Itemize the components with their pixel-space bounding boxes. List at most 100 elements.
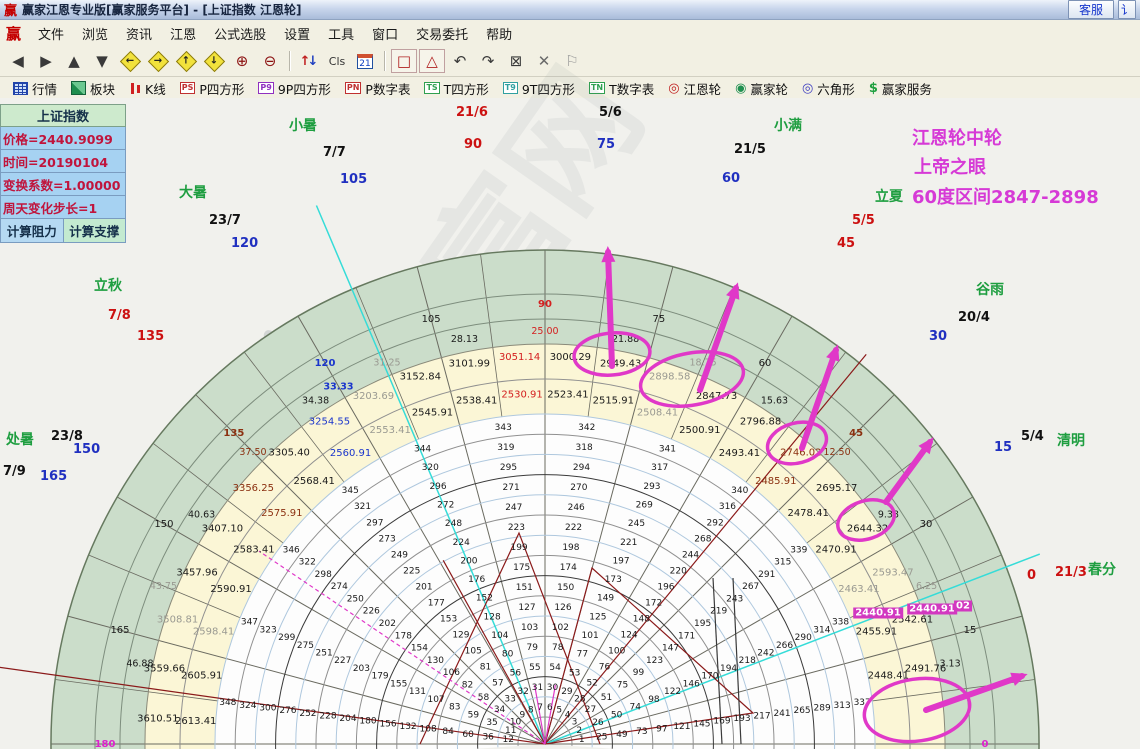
circle-icon: ◎ <box>668 80 680 96</box>
triangle-tool-icon[interactable]: △ <box>419 49 445 73</box>
calendar-icon[interactable]: 21 <box>352 49 378 73</box>
svg-text:341: 341 <box>659 444 676 454</box>
support-button[interactable]: 客服 <box>1067 0 1114 19</box>
ribbon-板块[interactable]: 板块 <box>64 79 122 98</box>
svg-text:172: 172 <box>645 598 662 608</box>
back-icon[interactable]: ◀ <box>5 49 31 73</box>
ribbon-T四方形[interactable]: TS T四方形 <box>417 79 495 98</box>
svg-text:28.13: 28.13 <box>451 334 478 345</box>
flag-down-icon[interactable]: ▼ <box>89 49 115 73</box>
svg-text:101: 101 <box>582 631 599 641</box>
svg-text:317: 317 <box>651 463 668 473</box>
svg-text:6: 6 <box>547 703 553 713</box>
rotate-ccw-icon[interactable]: ↶ <box>447 49 473 73</box>
forward-icon[interactable]: ▶ <box>33 49 59 73</box>
svg-text:150: 150 <box>557 583 574 593</box>
svg-text:83: 83 <box>449 703 460 713</box>
info-row: 周天变化步长=1 <box>0 196 126 219</box>
solar-term-label: 谷雨 <box>976 282 1004 298</box>
ribbon-六角形[interactable]: ◎ 六角形 <box>795 79 862 98</box>
menu-设置[interactable]: 设置 <box>275 21 319 46</box>
menu-帮助[interactable]: 帮助 <box>477 21 521 46</box>
ribbon-江恩轮[interactable]: ◎ 江恩轮 <box>661 79 728 98</box>
ribbon-行情[interactable]: 行情 <box>6 79 64 98</box>
square-tool-icon[interactable]: □ <box>391 49 417 73</box>
ribbon-P四方形[interactable]: PS P四方形 <box>173 79 252 98</box>
svg-text:6.25: 6.25 <box>916 581 937 592</box>
svg-text:33: 33 <box>504 695 515 705</box>
svg-text:27: 27 <box>585 705 596 715</box>
menu-浏览[interactable]: 浏览 <box>73 21 117 46</box>
ribbon-赢家轮[interactable]: ◉ 赢家轮 <box>728 79 795 98</box>
partial-button[interactable]: 讠 <box>1118 0 1136 19</box>
annotation-text: 60度区间2847-2898 <box>912 187 1099 208</box>
ribbon-P数字表[interactable]: PN P数字表 <box>338 79 418 98</box>
svg-text:54: 54 <box>549 663 561 673</box>
badge-icon: T9 <box>502 82 518 94</box>
svg-text:199: 199 <box>510 543 527 553</box>
svg-text:323: 323 <box>260 625 277 635</box>
move-right-icon[interactable]: → <box>145 49 171 73</box>
move-up-icon[interactable]: ↑ <box>173 49 199 73</box>
ribbon-9T四方形[interactable]: T9 9T四方形 <box>496 79 582 98</box>
ribbon-K线[interactable]: K线 <box>122 79 173 98</box>
dotted-cross-icon[interactable]: ✕ <box>531 49 557 73</box>
svg-text:2515.91: 2515.91 <box>593 396 634 407</box>
svg-text:50: 50 <box>611 710 623 720</box>
badge-icon: P9 <box>258 82 274 94</box>
svg-text:105: 105 <box>465 646 482 656</box>
rotate-cw-icon[interactable]: ↷ <box>475 49 501 73</box>
svg-text:171: 171 <box>678 631 695 641</box>
wheel-outer-label: 150 <box>73 442 101 457</box>
svg-text:250: 250 <box>347 594 364 604</box>
svg-text:130: 130 <box>427 656 444 666</box>
calc-resistance-button[interactable]: 计算阻力 <box>0 219 64 243</box>
svg-text:2898.58: 2898.58 <box>649 372 690 383</box>
svg-text:77: 77 <box>577 650 588 660</box>
window-title: 赢家江恩专业版[赢家服务平台] - [上证指数 江恩轮] <box>22 3 302 17</box>
svg-text:243: 243 <box>726 594 743 604</box>
menu-窗口[interactable]: 窗口 <box>363 21 407 46</box>
ribbon-T数字表[interactable]: TN T数字表 <box>582 79 661 98</box>
svg-text:217: 217 <box>753 711 770 721</box>
zoom-out-icon[interactable]: ⊖ <box>257 49 283 73</box>
cls-button[interactable]: Cls <box>324 49 350 73</box>
svg-text:2613.41: 2613.41 <box>175 716 216 727</box>
svg-text:3.13: 3.13 <box>939 658 960 669</box>
menu-工具[interactable]: 工具 <box>319 21 363 46</box>
svg-text:132: 132 <box>399 722 416 732</box>
zoom-in-icon[interactable]: ⊕ <box>229 49 255 73</box>
menu-江恩[interactable]: 江恩 <box>161 21 205 46</box>
menu-交易委托[interactable]: 交易委托 <box>407 21 477 46</box>
updown-arrows-icon[interactable]: ↑ ↓ <box>296 49 322 73</box>
svg-text:81: 81 <box>480 662 491 672</box>
menu-公式选股[interactable]: 公式选股 <box>205 21 275 46</box>
ribbon-9P四方形[interactable]: P9 9P四方形 <box>251 79 337 98</box>
svg-text:196: 196 <box>657 582 674 592</box>
svg-text:321: 321 <box>354 502 371 512</box>
flag-up-icon[interactable]: ▲ <box>61 49 87 73</box>
svg-text:180: 180 <box>95 739 116 749</box>
move-down-icon[interactable]: ↓ <box>201 49 227 73</box>
svg-text:2538.41: 2538.41 <box>456 396 497 407</box>
calc-support-button[interactable]: 计算支撑 <box>63 219 126 243</box>
svg-text:30: 30 <box>920 519 933 530</box>
svg-text:78: 78 <box>552 643 564 653</box>
menu-资讯[interactable]: 资讯 <box>117 21 161 46</box>
svg-text:3: 3 <box>572 717 578 727</box>
menu-文件[interactable]: 文件 <box>29 21 73 46</box>
title-bar: 赢 赢家江恩专业版[赢家服务平台] - [上证指数 江恩轮] 客服讠 <box>0 0 1140 20</box>
ribbon-赢家服务[interactable]: $ 赢家服务 <box>862 79 939 98</box>
boxed-x-icon[interactable]: ⊠ <box>503 49 529 73</box>
svg-text:152: 152 <box>476 594 493 604</box>
svg-text:32: 32 <box>517 687 528 697</box>
svg-text:227: 227 <box>334 656 351 666</box>
flag-icon[interactable]: ⚐ <box>559 49 585 73</box>
svg-text:34.38: 34.38 <box>302 396 329 407</box>
svg-text:338: 338 <box>832 618 849 628</box>
move-left-icon[interactable]: ← <box>117 49 143 73</box>
svg-text:320: 320 <box>422 463 439 473</box>
highlighted-price-cell: 02 <box>954 600 972 612</box>
svg-text:3508.81: 3508.81 <box>157 614 198 625</box>
svg-text:55: 55 <box>529 663 540 673</box>
